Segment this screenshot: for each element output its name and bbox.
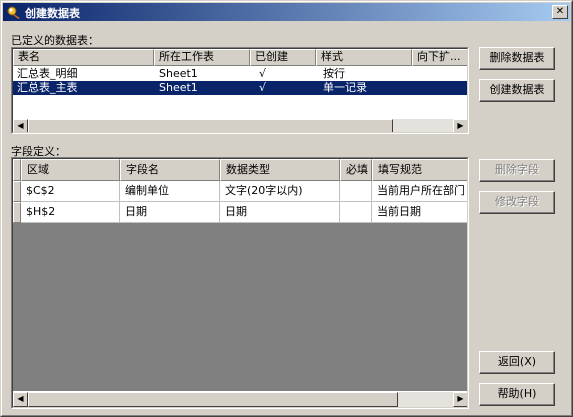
cell-table-name: 汇总表_明细	[17, 67, 78, 80]
defined-tables-list[interactable]: 表名 所在工作表 已创建 样式 向下扩... 汇总表_明细 Sheet1 √ 按…	[11, 47, 469, 134]
button-frame	[480, 80, 554, 101]
scroll-left-button[interactable]: ◀	[13, 119, 28, 132]
fields-hscrollbar[interactable]: ◀ ▶	[13, 392, 467, 407]
scroll-thumb[interactable]	[28, 119, 393, 132]
cell-created: √	[259, 67, 267, 80]
col-header-sheet[interactable]: 所在工作表	[154, 49, 250, 66]
cell-sheet: Sheet1	[159, 81, 198, 94]
defined-tables-label: 已定义的数据表：	[11, 34, 99, 47]
cell-data-type[interactable]: 日期	[220, 202, 340, 223]
scroll-left-button[interactable]: ◀	[13, 392, 28, 407]
button-frame	[480, 352, 554, 373]
button-frame	[480, 160, 554, 181]
cell-created: √	[259, 81, 267, 94]
delete-table-button[interactable]: 删除数据表	[479, 47, 555, 70]
button-frame	[480, 48, 554, 69]
back-button[interactable]: 返回(X)	[479, 351, 555, 374]
cell-field-name[interactable]: 编制单位	[120, 181, 220, 202]
cell-area[interactable]: $H$2	[21, 202, 120, 223]
col-header-table-name[interactable]: 表名	[13, 49, 154, 66]
create-table-button[interactable]: 创建数据表	[479, 79, 555, 102]
arrow-left-icon: ◀	[17, 394, 24, 403]
col-header-required[interactable]: 必填	[340, 159, 372, 181]
row-header[interactable]	[13, 202, 21, 223]
cell-rule[interactable]: 当前日期	[372, 202, 467, 223]
col-header-created[interactable]: 已创建	[250, 49, 316, 66]
col-header-expand[interactable]: 向下扩...	[412, 49, 467, 66]
title-bar[interactable]: 创建数据表 ✕	[3, 3, 570, 21]
cell-style: 单一记录	[323, 81, 367, 94]
close-button[interactable]: ✕	[552, 5, 568, 19]
field-defs-grid[interactable]: 区域 字段名 数据类型 必填 填写规范 $C$2 编制单位 文字(20字以内) …	[11, 157, 469, 409]
defined-tables-list-frame: 表名 所在工作表 已创建 样式 向下扩... 汇总表_明细 Sheet1 √ 按…	[12, 48, 468, 133]
window-title: 创建数据表	[25, 7, 80, 20]
table-row[interactable]: 汇总表_明细 Sheet1 √ 按行	[13, 67, 467, 81]
col-header-style[interactable]: 样式	[316, 49, 412, 66]
scroll-right-button[interactable]: ▶	[453, 392, 467, 407]
field-defs-grid-frame: 区域 字段名 数据类型 必填 填写规范 $C$2 编制单位 文字(20字以内) …	[12, 158, 468, 408]
dialog-window: 创建数据表 ✕ 已定义的数据表： 表名 所在工作表 已创建 样式 向下扩... …	[0, 0, 573, 417]
cell-area[interactable]: $C$2	[21, 181, 120, 202]
table-row-selected[interactable]: 汇总表_主表 Sheet1 √ 单一记录	[13, 81, 467, 95]
cell-data-type[interactable]: 文字(20字以内)	[220, 181, 340, 202]
cell-style: 按行	[323, 67, 345, 80]
col-header-rule[interactable]: 填写规范	[372, 159, 467, 181]
row-header[interactable]	[13, 181, 21, 202]
cell-field-name[interactable]: 日期	[120, 202, 220, 223]
grid-corner	[13, 159, 21, 181]
scroll-thumb[interactable]	[28, 392, 398, 407]
delete-field-button[interactable]: 删除字段	[479, 159, 555, 182]
button-frame	[480, 192, 554, 213]
modify-field-button[interactable]: 修改字段	[479, 191, 555, 214]
arrow-right-icon: ▶	[457, 121, 464, 130]
arrow-left-icon: ◀	[17, 121, 24, 130]
col-header-field-name[interactable]: 字段名	[120, 159, 220, 181]
col-header-area[interactable]: 区域	[21, 159, 120, 181]
help-button[interactable]: 帮助(H)	[479, 383, 555, 406]
cell-table-name: 汇总表_主表	[17, 81, 78, 94]
cell-required[interactable]	[340, 181, 372, 202]
col-header-data-type[interactable]: 数据类型	[220, 159, 340, 181]
cell-rule[interactable]: 当前用户所在部门	[372, 181, 467, 202]
app-icon	[7, 6, 20, 19]
cell-sheet: Sheet1	[159, 67, 198, 80]
arrow-right-icon: ▶	[457, 394, 464, 403]
close-icon: ✕	[555, 6, 565, 17]
cell-required[interactable]	[340, 202, 372, 223]
tables-hscrollbar[interactable]: ◀ ▶	[13, 119, 467, 132]
scroll-right-button[interactable]: ▶	[453, 119, 467, 132]
button-frame	[480, 384, 554, 405]
